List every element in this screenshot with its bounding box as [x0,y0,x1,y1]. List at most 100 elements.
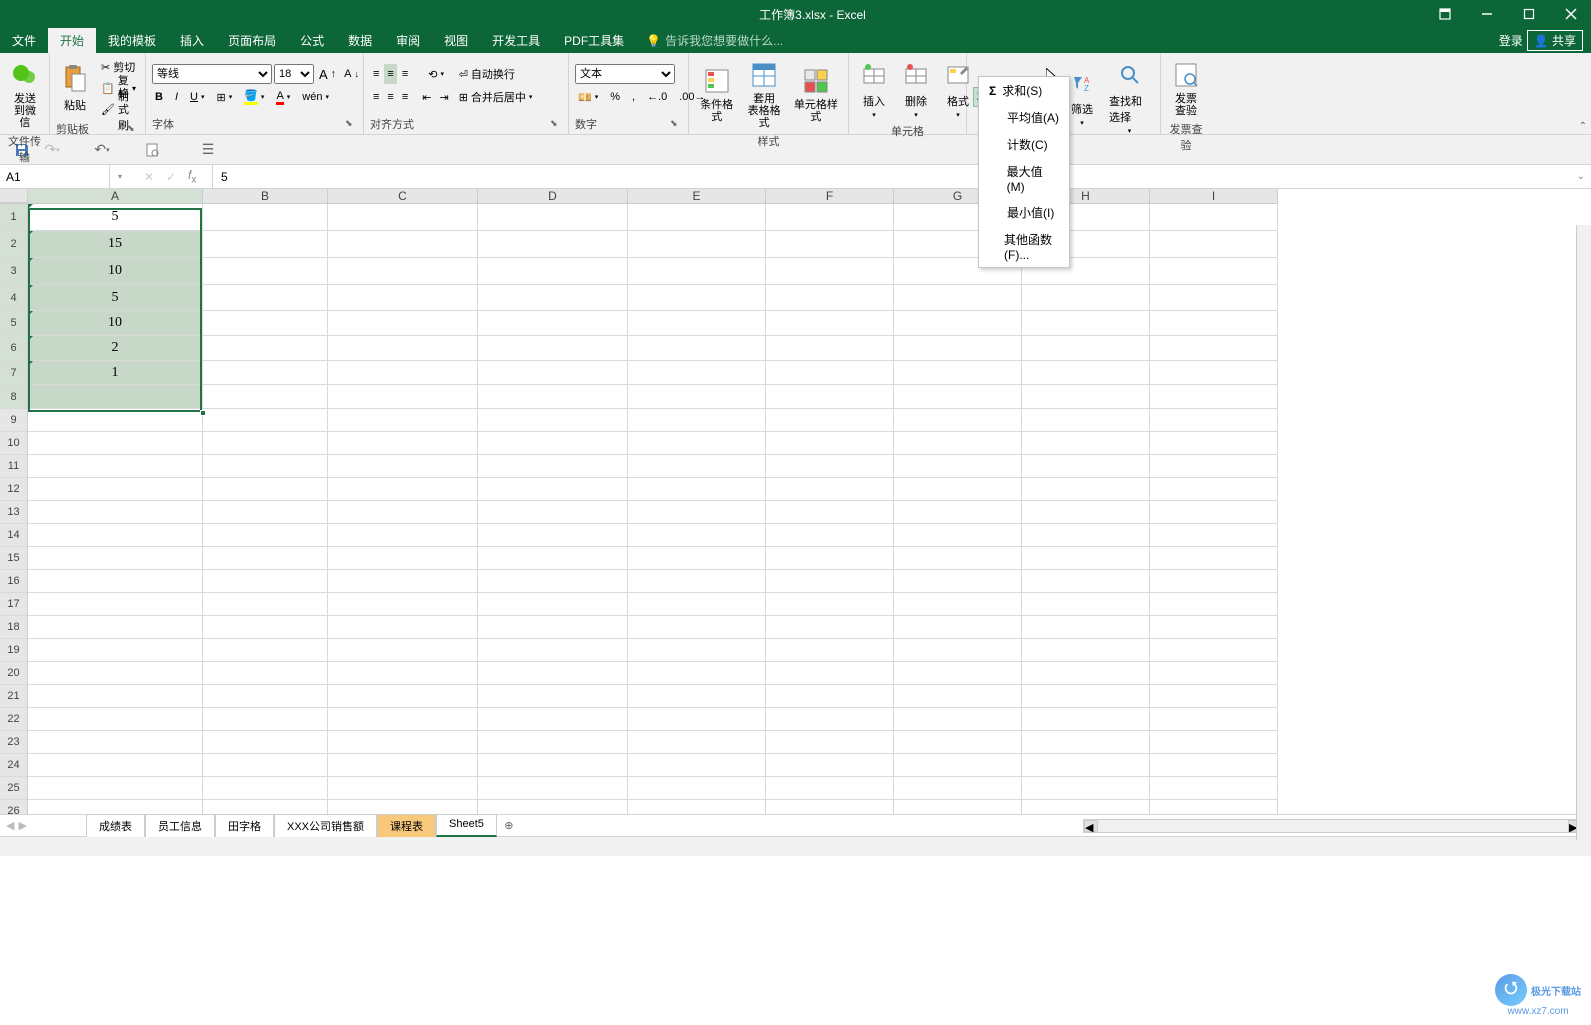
increase-indent-button[interactable]: ⇥ [436,87,451,107]
number-format-select[interactable]: 文本 [575,64,675,84]
cell-F23[interactable] [766,731,894,754]
dialog-launcher[interactable]: ⬊ [127,123,139,135]
cell-B18[interactable] [203,616,328,639]
cell-I18[interactable] [1150,616,1278,639]
cell-E23[interactable] [628,731,766,754]
cell-D7[interactable] [478,361,628,385]
cell-E17[interactable] [628,593,766,616]
cell-C25[interactable] [328,777,478,800]
cell-H7[interactable] [1022,361,1150,385]
cell-E18[interactable] [628,616,766,639]
col-header-E[interactable]: E [628,189,766,203]
cell-I19[interactable] [1150,639,1278,662]
cell-D13[interactable] [478,501,628,524]
cell-F11[interactable] [766,455,894,478]
selection-handle[interactable] [200,410,206,416]
cell-C16[interactable] [328,570,478,593]
cell-E21[interactable] [628,685,766,708]
cell-F21[interactable] [766,685,894,708]
cell-D4[interactable] [478,285,628,311]
cell-E7[interactable] [628,361,766,385]
tab-insert[interactable]: 插入 [168,28,216,53]
tab-pdf[interactable]: PDF工具集 [552,28,636,53]
cell-I9[interactable] [1150,409,1278,432]
cell-B25[interactable] [203,777,328,800]
sheet-nav-prev[interactable]: ◀ [6,819,14,832]
cell-A25[interactable] [28,777,203,800]
align-right-button[interactable]: ≡ [399,87,411,107]
cell-C23[interactable] [328,731,478,754]
cell-D6[interactable] [478,336,628,361]
vertical-scrollbar[interactable] [1576,225,1591,840]
cell-I13[interactable] [1150,501,1278,524]
row-header-26[interactable]: 26 [0,800,28,814]
cell-B23[interactable] [203,731,328,754]
cell-F19[interactable] [766,639,894,662]
cell-A15[interactable] [28,547,203,570]
cell-B13[interactable] [203,501,328,524]
avg-menu-item[interactable]: 平均值(A) [979,104,1069,131]
cell-A13[interactable] [28,501,203,524]
expand-formula-bar[interactable]: ⌄ [1571,171,1591,182]
col-header-B[interactable]: B [203,189,328,203]
cell-H14[interactable] [1022,524,1150,547]
cell-A22[interactable] [28,708,203,731]
cell-D21[interactable] [478,685,628,708]
tab-view[interactable]: 视图 [432,28,480,53]
redo-button[interactable]: ↷▾ [40,138,64,162]
cell-C10[interactable] [328,432,478,455]
cell-I16[interactable] [1150,570,1278,593]
cell-A2[interactable]: 15 [28,231,203,258]
cell-A6[interactable]: 2 [28,336,203,361]
cell-G9[interactable] [894,409,1022,432]
tab-layout[interactable]: 页面布局 [216,28,288,53]
cell-D25[interactable] [478,777,628,800]
cell-H5[interactable] [1022,311,1150,336]
cell-F2[interactable] [766,231,894,258]
tell-me-search[interactable]: 💡 告诉我您想要做什么... [646,32,783,49]
cell-H23[interactable] [1022,731,1150,754]
cell-G11[interactable] [894,455,1022,478]
cell-A3[interactable]: 10 [28,258,203,285]
cell-B6[interactable] [203,336,328,361]
cell-H10[interactable] [1022,432,1150,455]
cell-E12[interactable] [628,478,766,501]
sheet-tab-3[interactable]: XXX公司销售额 [274,814,377,837]
cell-D20[interactable] [478,662,628,685]
wrap-text-button[interactable]: ⏎自动换行 [456,64,536,84]
cell-C13[interactable] [328,501,478,524]
sheet-tab-2[interactable]: 田字格 [215,814,274,837]
cell-G26[interactable] [894,800,1022,814]
collapse-ribbon-button[interactable]: ⌃ [1579,121,1587,132]
increase-font-button[interactable]: A↑ [316,64,339,84]
cell-H17[interactable] [1022,593,1150,616]
row-header-2[interactable]: 2 [0,231,28,258]
row-header-4[interactable]: 4 [0,285,28,311]
row-header-11[interactable]: 11 [0,455,28,478]
tab-home[interactable]: 开始 [48,28,96,53]
conditional-format-button[interactable]: 条件格式 [695,57,738,131]
ribbon-display-options[interactable] [1425,0,1465,28]
cell-F4[interactable] [766,285,894,311]
row-header-25[interactable]: 25 [0,777,28,800]
cell-C22[interactable] [328,708,478,731]
cell-F7[interactable] [766,361,894,385]
cell-B2[interactable] [203,231,328,258]
cell-C21[interactable] [328,685,478,708]
cell-F5[interactable] [766,311,894,336]
tab-data[interactable]: 数据 [336,28,384,53]
enter-formula-button[interactable]: ✓ [166,170,182,184]
delete-cells-button[interactable]: 删除▾ [897,57,935,121]
fill-color-button[interactable]: 🪣▾ [241,87,267,107]
cell-G17[interactable] [894,593,1022,616]
cell-F20[interactable] [766,662,894,685]
cell-B15[interactable] [203,547,328,570]
cell-G15[interactable] [894,547,1022,570]
cell-F16[interactable] [766,570,894,593]
cancel-formula-button[interactable]: ✕ [144,170,160,184]
name-box[interactable] [0,165,110,188]
cell-A16[interactable] [28,570,203,593]
cell-H4[interactable] [1022,285,1150,311]
cell-C15[interactable] [328,547,478,570]
paste-button[interactable]: 粘贴 [56,57,94,119]
